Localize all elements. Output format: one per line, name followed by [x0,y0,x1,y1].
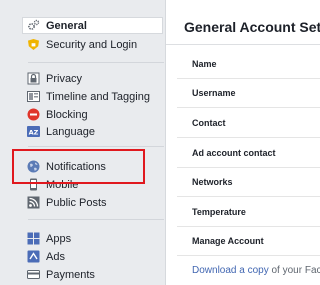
block-icon [27,108,40,121]
row-label: Temperature [192,207,246,217]
row-label: Contact [192,118,226,128]
sidebar-item-timeline[interactable]: Timeline and Tagging [27,88,150,105]
rss-icon [27,196,40,209]
sidebar-item-ads[interactable]: Ads [27,248,65,265]
download-data-rest: of your Facebook data. [271,265,320,276]
sidebar-item-label: Public Posts [46,196,107,209]
settings-sidebar: General Security and Login Privacy Timel… [0,0,164,285]
settings-row-temperature[interactable]: Temperature [177,198,320,227]
sidebar-item-security[interactable]: Security and Login [27,36,137,53]
download-copy-link[interactable]: Download a copy [192,265,269,276]
sidebar-item-apps[interactable]: Apps [27,230,71,247]
sidebar-item-label: General [46,19,87,32]
row-label: Name [192,59,217,69]
title-divider [166,44,320,45]
apps-icon [27,232,40,245]
sidebar-item-general[interactable]: General [22,17,163,34]
red-highlight-box [12,149,145,184]
sidebar-item-privacy[interactable]: Privacy [27,70,82,87]
settings-row-name[interactable]: Name [177,50,320,79]
sidebar-divider [28,62,164,63]
sidebar-item-label: Privacy [46,72,83,85]
sidebar-divider [28,219,164,220]
lock-icon [27,72,40,85]
language-icon: AZ [27,125,40,138]
sidebar-item-label: Apps [46,232,72,245]
sidebar-item-label: Security and Login [46,38,138,51]
sidebar-item-label: Language [46,125,95,138]
sidebar-divider [28,146,164,147]
row-label: Networks [192,177,233,187]
sidebar-item-label: Payments [46,268,95,281]
timeline-icon [27,90,40,103]
sidebar-item-public-posts[interactable]: Public Posts [27,194,107,211]
svg-text:AZ: AZ [29,129,39,137]
ads-icon [27,250,40,263]
download-data-text: Download a copy of your Facebook data. [192,265,320,276]
settings-row-manage-account[interactable]: Manage Account [177,227,320,256]
settings-row-networks[interactable]: Networks [177,168,320,197]
sidebar-item-language[interactable]: AZ Language [27,123,95,140]
settings-row-ad-account-contact[interactable]: Ad account contact [177,139,320,168]
row-label: Username [192,88,236,98]
row-label: Manage Account [192,236,264,246]
settings-row-username[interactable]: Username [177,79,320,108]
sidebar-item-payments[interactable]: Payments [27,266,95,283]
sidebar-item-label: Ads [46,250,65,263]
settings-row-contact[interactable]: Contact [177,109,320,138]
sidebar-item-label: Blocking [46,108,88,121]
shield-icon [27,38,40,51]
card-icon [27,268,40,281]
sidebar-item-label: Timeline and Tagging [46,90,150,103]
row-label: Ad account contact [192,148,276,158]
settings-main-panel: General Account Settings Name Username C… [165,0,320,285]
sidebar-item-blocking[interactable]: Blocking [27,106,88,123]
gears-icon [27,19,40,32]
page-title: General Account Settings [184,19,320,35]
